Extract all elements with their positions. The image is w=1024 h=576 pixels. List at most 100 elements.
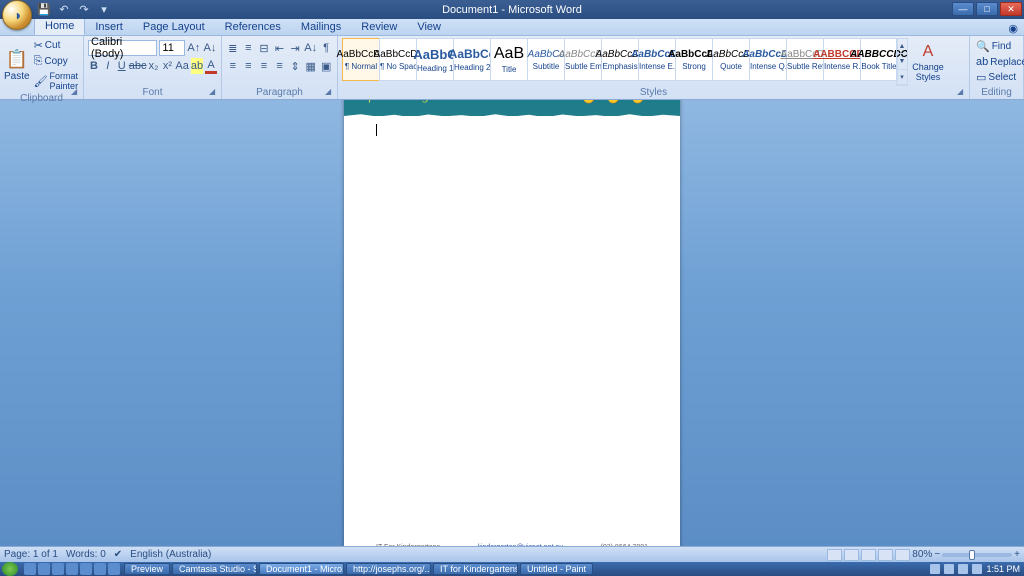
show-marks-icon[interactable]: ¶ [319, 40, 333, 56]
undo-icon[interactable]: ↶ [56, 2, 72, 18]
proofing-icon[interactable]: ✔ [114, 549, 122, 560]
shading-icon[interactable]: ▦ [304, 58, 318, 74]
find-button[interactable]: 🔍Find [974, 39, 1024, 54]
italic-icon[interactable]: I [102, 58, 114, 74]
status-language[interactable]: English (Australia) [130, 549, 211, 560]
zoom-in-button[interactable]: + [1014, 549, 1020, 560]
page-body[interactable] [376, 124, 648, 521]
zoom-thumb[interactable] [969, 550, 975, 560]
zoom-out-button[interactable]: − [934, 549, 940, 560]
font-size-combo[interactable]: 11 [159, 40, 184, 56]
font-name-combo[interactable]: Calibri (Body) [88, 40, 157, 56]
borders-icon[interactable]: ▣ [319, 58, 333, 74]
taskbar-item[interactable]: IT for Kindergartens ... [433, 563, 518, 575]
clock[interactable]: 1:51 PM [986, 564, 1020, 574]
start-button[interactable] [2, 562, 18, 576]
minimize-button[interactable]: — [952, 2, 974, 16]
select-button[interactable]: ▭Select [974, 70, 1024, 85]
subscript-icon[interactable]: x₂ [148, 58, 160, 74]
tray-icon[interactable] [944, 564, 954, 574]
ql-icon[interactable] [80, 563, 92, 575]
ql-icon[interactable] [38, 563, 50, 575]
highlight-icon[interactable]: ab [191, 58, 203, 74]
line-spacing-icon[interactable]: ⇕ [288, 58, 302, 74]
save-icon[interactable]: 💾 [36, 2, 52, 18]
zoom-slider[interactable] [942, 553, 1012, 557]
font-launcher[interactable]: ◢ [209, 87, 219, 97]
taskbar-item[interactable]: Document1 - Micro... [259, 563, 344, 575]
align-left-icon[interactable]: ≡ [226, 58, 240, 74]
replace-button[interactable]: abReplace [974, 55, 1024, 69]
ql-icon[interactable] [66, 563, 78, 575]
inc-indent-icon[interactable]: ⇥ [288, 40, 302, 56]
underline-icon[interactable]: U [116, 58, 128, 74]
paste-button[interactable]: 📋 Paste [4, 38, 30, 92]
align-right-icon[interactable]: ≡ [257, 58, 271, 74]
change-styles-button[interactable]: AChangeStyles [908, 38, 948, 86]
bullets-icon[interactable]: ≣ [226, 40, 240, 56]
grow-font-icon[interactable]: A↑ [187, 40, 201, 56]
tab-review[interactable]: Review [351, 19, 407, 35]
style-tile[interactable]: AaBbCcDcStrong [675, 38, 713, 81]
numbering-icon[interactable]: ≡ [242, 40, 256, 56]
sort-icon[interactable]: A↓ [304, 40, 318, 56]
style-tile[interactable]: AaBbCcDcIntense Q... [749, 38, 787, 81]
zoom-level[interactable]: 80% [912, 549, 932, 560]
taskbar-item[interactable]: http://josephs.org/... [346, 563, 431, 575]
superscript-icon[interactable]: x² [162, 58, 174, 74]
tray-icon[interactable] [930, 564, 940, 574]
tab-page-layout[interactable]: Page Layout [133, 19, 215, 35]
taskbar-item[interactable]: Camtasia Studio - S... [172, 563, 257, 575]
qat-customize-icon[interactable]: ▾ [96, 2, 112, 18]
style-tile[interactable]: AaBbCcSubtitle [527, 38, 565, 81]
gallery-scroll-btn[interactable]: ▼ [897, 54, 907, 69]
style-tile[interactable]: AABBCCDCBook Title [860, 38, 898, 81]
status-page[interactable]: Page: 1 of 1 [4, 549, 58, 560]
font-color-icon[interactable]: A [205, 58, 217, 74]
style-tile[interactable]: AaBbCcHeading 2 [453, 38, 491, 81]
style-tile[interactable]: AaBbCcDcSubtle Ref... [786, 38, 824, 81]
status-words[interactable]: Words: 0 [66, 549, 106, 560]
bold-icon[interactable]: B [88, 58, 100, 74]
close-button[interactable]: ✕ [1000, 2, 1022, 16]
clipboard-launcher[interactable]: ◢ [71, 87, 81, 97]
help-icon[interactable]: ◉ [1008, 22, 1018, 35]
view-web-layout[interactable] [861, 549, 876, 561]
strikethrough-icon[interactable]: abc [130, 58, 146, 74]
style-tile[interactable]: AaBbCcDcEmphasis [601, 38, 639, 81]
redo-icon[interactable]: ↷ [76, 2, 92, 18]
tab-view[interactable]: View [407, 19, 451, 35]
tray-icon[interactable] [958, 564, 968, 574]
paragraph-launcher[interactable]: ◢ [325, 87, 335, 97]
document-area[interactable]: IT for Kindergartens ✋ ✋ ✋ IT For Kinder… [0, 100, 1024, 546]
tab-mailings[interactable]: Mailings [291, 19, 351, 35]
change-case-icon[interactable]: Aa [175, 58, 188, 74]
taskbar-item[interactable]: Untitled - Paint [520, 563, 593, 575]
ql-icon[interactable] [24, 563, 36, 575]
style-tile[interactable]: AaBbCcDcIntense E... [638, 38, 676, 81]
shrink-font-icon[interactable]: A↓ [203, 40, 217, 56]
ql-icon[interactable] [52, 563, 64, 575]
tab-home[interactable]: Home [34, 17, 85, 35]
cut-button[interactable]: ✂Cut [32, 38, 80, 53]
multilevel-icon[interactable]: ⊟ [257, 40, 271, 56]
style-tile[interactable]: AaBbCcDc¶ No Spaci... [379, 38, 417, 81]
view-draft[interactable] [895, 549, 910, 561]
copy-button[interactable]: ⎘Copy [32, 54, 80, 69]
style-tile[interactable]: AaBTitle [490, 38, 528, 81]
style-tile[interactable]: AABBCCDDIntense R... [823, 38, 861, 81]
style-tile[interactable]: AaBbCcDc¶ Normal [342, 38, 380, 81]
maximize-button[interactable]: □ [976, 2, 998, 16]
align-center-icon[interactable]: ≡ [242, 58, 256, 74]
style-tile[interactable]: AaBbCcDcSubtle Em... [564, 38, 602, 81]
dec-indent-icon[interactable]: ⇤ [273, 40, 287, 56]
justify-icon[interactable]: ≡ [273, 58, 287, 74]
gallery-scroll-btn[interactable]: ▲ [897, 39, 907, 54]
tray-icon[interactable] [972, 564, 982, 574]
office-button[interactable]: ◑ [2, 0, 32, 30]
tab-insert[interactable]: Insert [85, 19, 133, 35]
page[interactable]: IT for Kindergartens ✋ ✋ ✋ IT For Kinder… [344, 100, 680, 546]
view-print-layout[interactable] [827, 549, 842, 561]
ql-icon[interactable] [108, 563, 120, 575]
view-outline[interactable] [878, 549, 893, 561]
